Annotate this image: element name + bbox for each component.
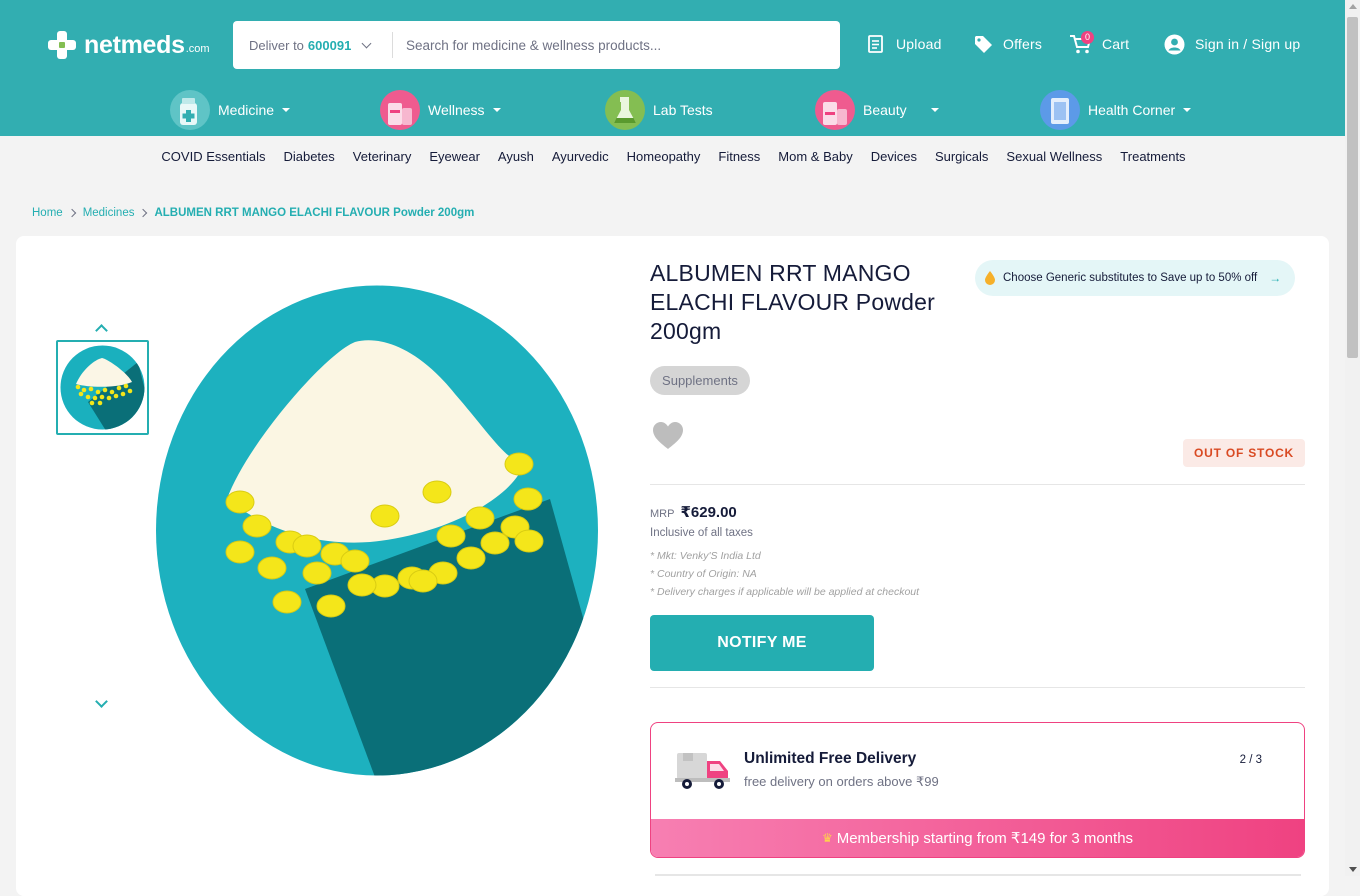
caret-down-icon — [1183, 108, 1192, 112]
drop-icon — [985, 271, 995, 285]
wellness-icon — [380, 90, 420, 130]
membership-band[interactable]: ♛ Membership starting from ₹149 for 3 mo… — [651, 819, 1304, 857]
category-label: Beauty — [863, 102, 907, 118]
crown-icon: ♛ — [821, 831, 833, 845]
membership-text: Membership starting from ₹149 for 3 mont… — [836, 830, 1134, 847]
price-value: ₹629.00 — [680, 504, 737, 521]
divider — [392, 32, 393, 58]
caret-down-icon — [930, 108, 939, 112]
scrollbar-thumb[interactable] — [1347, 17, 1358, 358]
signin-label: Sign in / Sign up — [1195, 36, 1301, 52]
subnav-item-ayurvedic[interactable]: Ayurvedic — [552, 149, 609, 164]
logo-text: netmeds — [84, 30, 185, 59]
product-main-image — [156, 285, 598, 776]
subnav-item-fitness[interactable]: Fitness — [718, 149, 760, 164]
notify-me-button[interactable]: NOTIFY ME — [650, 615, 874, 671]
promo-title: Unlimited Free Delivery — [744, 750, 917, 767]
product-thumbnail[interactable] — [56, 340, 149, 435]
breadcrumb: Home Medicines ALBUMEN RRT MANGO ELACHI … — [32, 207, 474, 219]
divider — [650, 484, 1305, 485]
generic-banner-text: Choose Generic substitutes to Save up to… — [1003, 272, 1258, 284]
wishlist-heart-icon[interactable] — [653, 422, 683, 450]
mrp-label: MRP — [650, 508, 675, 520]
breadcrumb-home[interactable]: Home — [32, 207, 63, 219]
subnav-item-treatments[interactable]: Treatments — [1120, 149, 1185, 164]
price-row: MRP ₹629.00 — [650, 503, 737, 521]
prescription-icon — [868, 35, 883, 53]
lab-test-icon — [605, 90, 645, 130]
category-label: Health Corner — [1088, 102, 1176, 118]
health-corner-icon — [1040, 90, 1080, 130]
deliver-to-selector[interactable]: Deliver to 600091 — [233, 38, 376, 53]
beauty-icon — [815, 90, 855, 130]
category-label: Wellness — [428, 102, 485, 118]
product-title: ALBUMEN RRT MANGO ELACHI FLAVOUR Powder … — [650, 260, 935, 344]
manufacturer-note: * Mkt: Venky'S India Ltd — [650, 550, 761, 562]
plus-cross-icon — [46, 29, 78, 61]
membership-promo-card[interactable]: Unlimited Free Delivery free delivery on… — [650, 722, 1305, 858]
category-label: Medicine — [218, 102, 275, 118]
subnav-item-ayush[interactable]: Ayush — [498, 149, 534, 164]
signin-link[interactable]: Sign in / Sign up — [1164, 33, 1300, 55]
offers-link[interactable]: Offers — [973, 33, 1042, 55]
breadcrumb-medicines[interactable]: Medicines — [83, 207, 135, 219]
subnav-item-devices[interactable]: Devices — [871, 149, 917, 164]
cart-link[interactable]: Cart — [1069, 33, 1129, 55]
divider — [650, 687, 1305, 688]
subnav-item-sexual-wellness[interactable]: Sexual Wellness — [1006, 149, 1102, 164]
logo-domain: .com — [185, 43, 210, 55]
generic-substitutes-banner[interactable]: Choose Generic substitutes to Save up to… — [975, 260, 1295, 296]
arrow-right-icon: → — [1269, 271, 1282, 285]
subnav-item-eyewear[interactable]: Eyewear — [429, 149, 480, 164]
upload-link[interactable]: Upload — [866, 33, 942, 55]
chevron-right-icon — [139, 208, 148, 218]
promo-pagination: 2 / 3 — [1239, 754, 1262, 766]
scroll-up-arrow-icon[interactable] — [1349, 4, 1357, 9]
category-beauty[interactable]: Beauty — [815, 89, 939, 131]
chevron-down-icon — [361, 38, 372, 48]
cart-label: Cart — [1102, 36, 1130, 52]
category-medicine[interactable]: Medicine — [170, 89, 291, 131]
subnav-item-covid-essentials[interactable]: COVID Essentials — [161, 149, 265, 164]
pincode: 600091 — [307, 37, 352, 53]
medicine-bottle-icon — [170, 90, 210, 130]
deliver-label: Deliver to — [249, 37, 304, 53]
subnav-item-surgicals[interactable]: Surgicals — [935, 149, 988, 164]
category-wellness[interactable]: Wellness — [380, 89, 501, 131]
promo-subtitle: free delivery on orders above ₹99 — [744, 774, 939, 789]
subnav-item-mom-baby[interactable]: Mom & Baby — [778, 149, 852, 164]
secondary-nav: COVID Essentials Diabetes Veterinary Eye… — [0, 136, 1345, 176]
tax-note: Inclusive of all taxes — [650, 527, 753, 539]
delivery-charge-note: * Delivery charges if applicable will be… — [650, 586, 920, 598]
subnav-item-homeopathy[interactable]: Homeopathy — [627, 149, 701, 164]
netmeds-logo[interactable]: netmeds .com — [46, 29, 210, 61]
offers-label: Offers — [1003, 36, 1043, 52]
caret-down-icon — [282, 108, 291, 112]
chevron-right-icon — [67, 208, 76, 218]
category-tag[interactable]: Supplements — [650, 366, 750, 395]
stock-status-badge: OUT OF STOCK — [1183, 439, 1305, 467]
upload-label: Upload — [896, 36, 942, 52]
scroll-down-arrow-icon[interactable] — [1349, 867, 1357, 872]
subnav-item-diabetes[interactable]: Diabetes — [283, 149, 334, 164]
category-lab-tests[interactable]: Lab Tests — [605, 89, 713, 131]
site-header: netmeds .com Deliver to 600091 Upload Of… — [0, 0, 1345, 136]
cart-count-badge: 0 — [1081, 31, 1094, 44]
tag-icon — [975, 36, 992, 53]
category-health-corner[interactable]: Health Corner — [1040, 89, 1192, 131]
delivery-truck-icon — [675, 753, 730, 789]
origin-note: * Country of Origin: NA — [650, 568, 757, 580]
caret-down-icon — [492, 108, 501, 112]
category-label: Lab Tests — [653, 102, 713, 118]
page-scrollbar[interactable] — [1345, 0, 1360, 876]
subnav-item-veterinary[interactable]: Veterinary — [353, 149, 412, 164]
search-input[interactable] — [404, 36, 828, 54]
search-bar: Deliver to 600091 — [233, 21, 840, 69]
user-account-icon — [1164, 34, 1185, 54]
breadcrumb-current: ALBUMEN RRT MANGO ELACHI FLAVOUR Powder … — [154, 207, 475, 219]
